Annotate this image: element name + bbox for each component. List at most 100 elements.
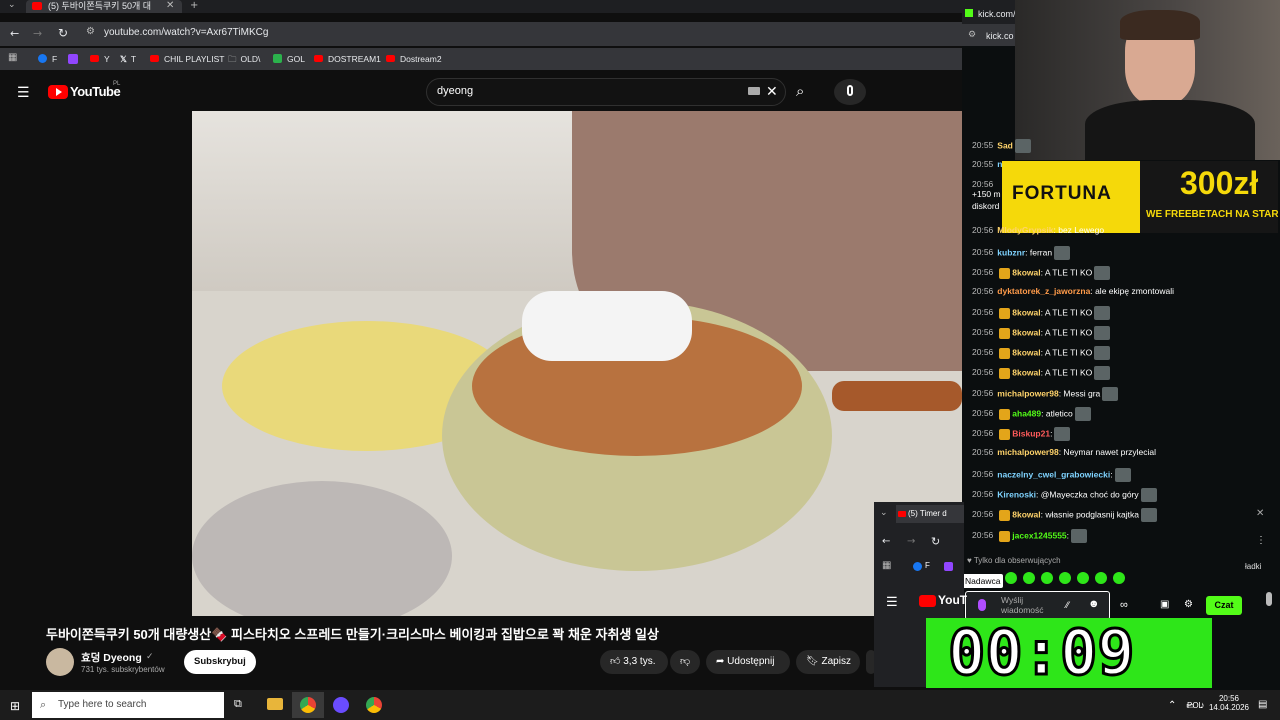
chat-timestamp: 20:56 xyxy=(972,489,994,500)
chat-username[interactable]: michalpower98 xyxy=(997,447,1058,457)
taskbar-search[interactable]: Type here to search xyxy=(32,692,224,718)
bookmark-old[interactable]: 🗀 OLD\ xyxy=(228,54,260,68)
chat-text: : xyxy=(1066,530,1070,541)
twitch-bookmark-icon[interactable] xyxy=(68,54,78,64)
popup-reload-icon[interactable]: ↻ xyxy=(931,535,940,548)
commands-icon[interactable]: ⁄⁄ xyxy=(1066,600,1069,610)
kick-site-info-icon[interactable]: ⚙ xyxy=(968,30,976,40)
close-panel-icon[interactable]: ✕ xyxy=(1256,508,1264,519)
chat-scrollbar[interactable] xyxy=(1266,592,1272,606)
bookmark-dostream1[interactable]: DOSTREAM1 xyxy=(314,54,381,64)
new-tab-icon[interactable]: + xyxy=(190,0,198,11)
like-button[interactable]: 👍︎ 3,3 tys. xyxy=(600,650,668,674)
connections-icon[interactable]: ∞ xyxy=(1120,599,1128,611)
popup-facebook-icon[interactable] xyxy=(913,562,922,571)
reload-icon[interactable]: ↻ xyxy=(58,26,68,40)
menu-icon[interactable]: ☰ xyxy=(17,84,30,101)
chat-message: 20:56 kubznr: ferran xyxy=(972,246,1071,260)
bookmark-chil-playlist[interactable]: CHIL PLAYLIST xyxy=(150,54,224,64)
chat-settings-icon[interactable]: ⚙ xyxy=(1184,599,1193,610)
popup-menu-icon[interactable]: ☰ xyxy=(886,594,898,610)
chat-username[interactable]: Kirenoski xyxy=(997,489,1036,499)
emote-quickbar[interactable] xyxy=(1005,571,1155,585)
clear-search-icon[interactable]: ✕ xyxy=(766,83,778,100)
file-explorer-icon[interactable] xyxy=(267,698,283,710)
youtube-logo-icon[interactable] xyxy=(48,85,68,99)
chat-username[interactable]: jacex1245555 xyxy=(1012,530,1066,540)
user-badge-icon xyxy=(999,367,1011,379)
bookmark-t[interactable]: 𝕏T xyxy=(120,54,136,65)
chat-send-button[interactable]: Czat xyxy=(1206,596,1242,615)
apps-grid-icon[interactable]: ▦ xyxy=(8,52,17,63)
dislike-button[interactable]: 👎︎ xyxy=(670,650,700,674)
bookmark-y[interactable]: Y xyxy=(90,54,110,64)
chat-username[interactable]: naczelny_cwel_grabowiecki xyxy=(997,469,1110,479)
bookmark-f[interactable]: F xyxy=(38,54,57,64)
popup-tab[interactable]: (5) Timer d xyxy=(896,505,964,523)
mic-icon[interactable] xyxy=(978,599,986,611)
back-icon[interactable]: ← xyxy=(10,27,19,40)
channel-avatar[interactable] xyxy=(46,648,74,676)
more-options-icon[interactable]: ⋮ xyxy=(1256,535,1266,546)
kick-url[interactable]: kick.co xyxy=(986,31,1014,41)
url-field[interactable]: youtube.com/watch?v=Axr67TiMKCg xyxy=(104,27,268,38)
chat-username[interactable]: MlodyGrypsik xyxy=(997,225,1053,235)
forward-icon[interactable]: → xyxy=(33,27,42,40)
chat-username[interactable]: michalpower98 xyxy=(997,388,1058,398)
chat-username[interactable]: n xyxy=(997,159,1002,169)
popup-twitch-icon[interactable] xyxy=(944,562,953,571)
popup-bookmark-f[interactable]: F xyxy=(925,561,930,570)
like-icon: 👍︎ xyxy=(610,656,624,667)
popup-back-icon[interactable]: ← xyxy=(882,536,890,547)
language-indicator[interactable]: POL xyxy=(1187,701,1203,710)
chat-username[interactable]: dyktatorek_z_jaworzna xyxy=(997,286,1090,296)
channel-name[interactable]: 효덩 Dyeong xyxy=(81,650,142,665)
chat-timestamp: 20:56 xyxy=(972,327,994,338)
notifications-icon[interactable]: ▤ xyxy=(1258,699,1267,710)
tray-expand-icon[interactable]: ⌃ xyxy=(1168,700,1176,711)
browser-tab[interactable]: (5) 두바이쫀득쿠키 50개 대 xyxy=(26,0,182,13)
emoji-icon[interactable]: ☻ xyxy=(1088,598,1100,610)
kick-tab-title[interactable]: kick.com/ xyxy=(978,9,1016,19)
chat-timestamp: 20:56 xyxy=(972,307,994,318)
video-player[interactable] xyxy=(192,111,962,616)
chat-username[interactable]: Sad xyxy=(997,140,1013,150)
user-badge-icon xyxy=(999,267,1011,279)
site-info-icon[interactable]: ⚙ xyxy=(86,26,95,37)
gift-icon[interactable]: ▣ xyxy=(1160,599,1169,610)
popup-tab-list-icon[interactable]: ⌄ xyxy=(880,508,888,518)
subscribe-button[interactable]: Subskrybuj xyxy=(184,650,256,674)
popup-forward-icon[interactable]: → xyxy=(907,536,915,547)
task-view-icon[interactable]: ⧉ xyxy=(234,698,242,711)
bookmark-dostream2[interactable]: Dostream2 xyxy=(386,54,442,64)
search-icon[interactable]: ⌕ xyxy=(796,82,804,100)
chat-username[interactable]: 8kowal xyxy=(1012,347,1040,357)
start-icon[interactable]: ⊞ xyxy=(10,699,20,713)
chat-username[interactable]: 8kowal xyxy=(1012,509,1040,519)
chat-username[interactable]: Biskup21 xyxy=(1012,428,1050,438)
popup-apps-icon[interactable]: ▦ xyxy=(882,560,891,571)
chat-timestamp: 20:56 xyxy=(972,428,994,439)
bookmark-gol[interactable]: GOL xyxy=(273,54,305,64)
close-tab-icon[interactable]: ✕ xyxy=(166,0,174,11)
chat-message: 20:56 Kirenoski: @Mayeczka choć do góry xyxy=(972,488,1157,502)
tab-list-icon[interactable]: ⌄ xyxy=(8,0,16,10)
keyboard-icon[interactable] xyxy=(748,87,760,95)
chat-timestamp: 20:56 xyxy=(972,367,994,378)
share-button[interactable]: ➦ Udostępnij xyxy=(706,650,790,674)
chat-emote-icon xyxy=(1054,427,1071,441)
chat-timestamp: 20:56 xyxy=(972,286,994,296)
save-button[interactable]: 🔖︎ Zapisz xyxy=(796,650,860,674)
chat-username[interactable]: aha489 xyxy=(1012,408,1041,418)
chat-username[interactable]: 8kowal xyxy=(1012,367,1040,377)
clock[interactable]: 20:56 14.04.2026 xyxy=(1208,694,1250,712)
voice-search-button[interactable] xyxy=(834,79,866,105)
chat-username[interactable]: kubznr xyxy=(997,247,1025,257)
chat-username[interactable]: 8kowal xyxy=(1012,307,1040,317)
chrome-taskbar-icon-2[interactable] xyxy=(366,697,382,713)
search-input[interactable]: dyeong xyxy=(426,78,786,106)
chat-username[interactable]: 8kowal xyxy=(1012,267,1040,277)
app-taskbar-icon[interactable] xyxy=(333,697,349,713)
chat-username[interactable]: 8kowal xyxy=(1012,327,1040,337)
chrome-taskbar-active[interactable] xyxy=(292,692,324,718)
